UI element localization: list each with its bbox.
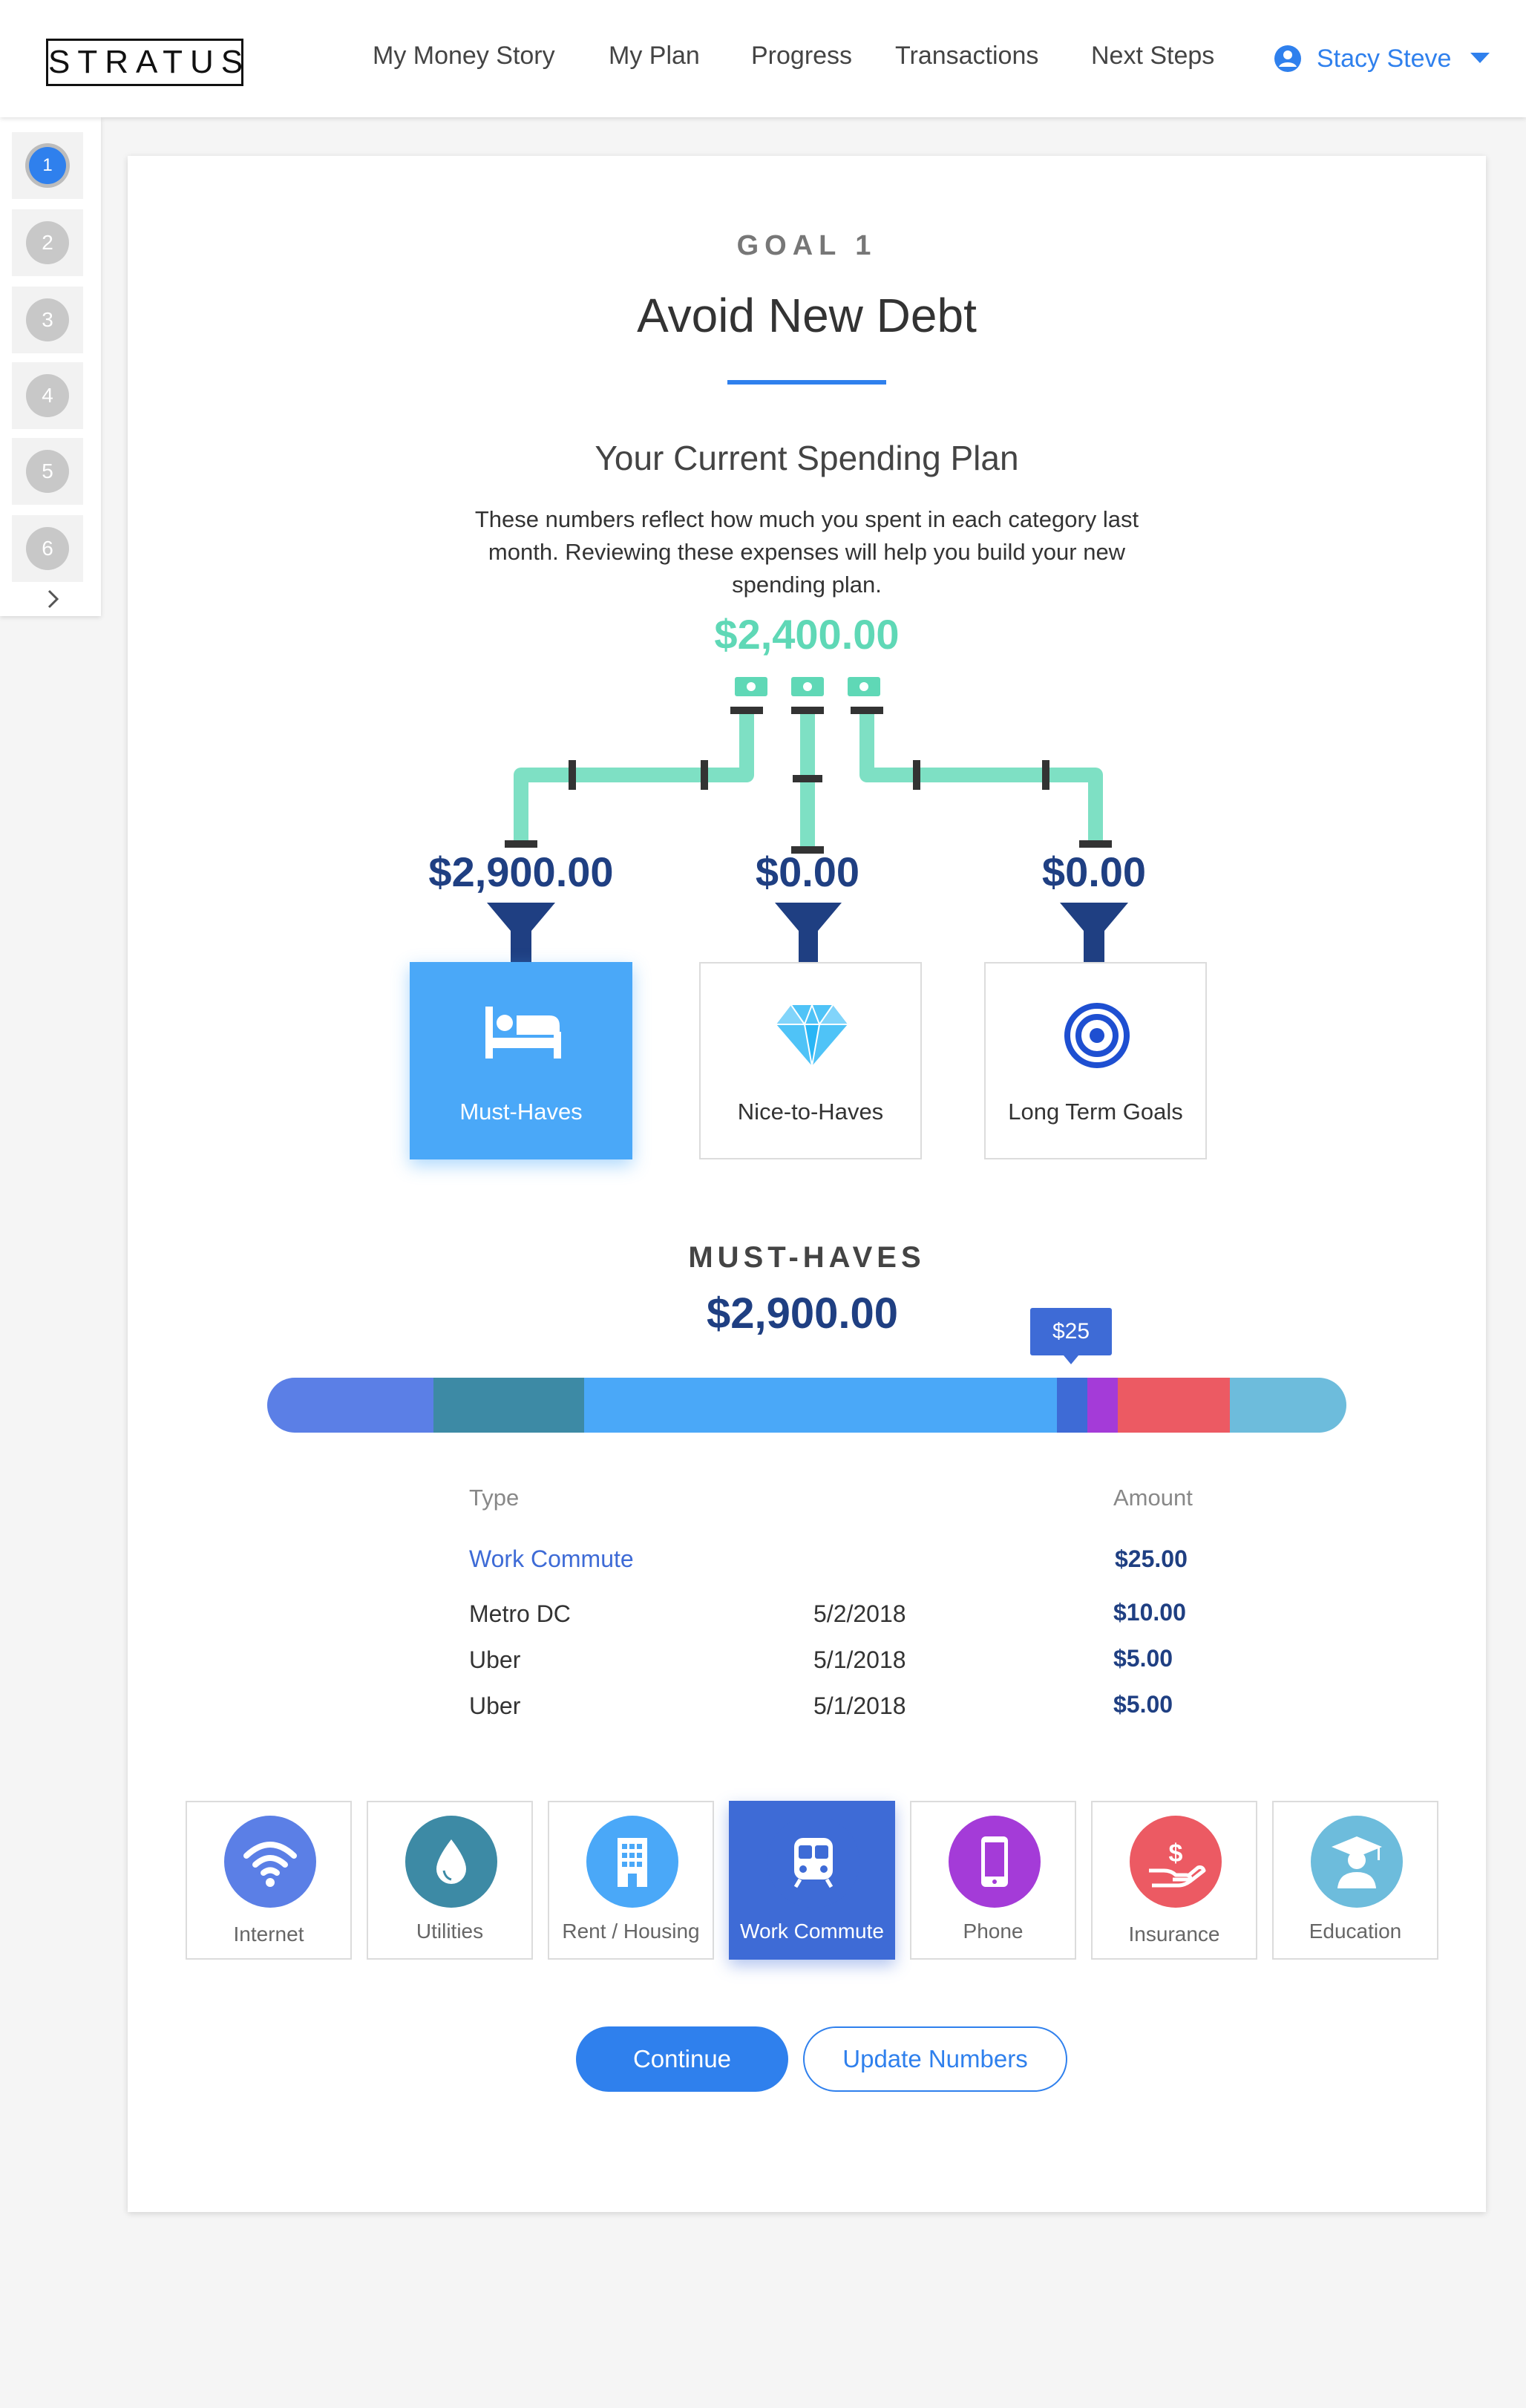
column-header-type: Type — [469, 1485, 520, 1511]
category-label: Internet — [233, 1923, 304, 1946]
step-number: 2 — [26, 221, 69, 264]
category-row-name: Work Commute — [469, 1545, 634, 1572]
breakdown-label: MUST-HAVES — [688, 1241, 926, 1274]
user-avatar-icon — [1274, 45, 1301, 72]
transaction-name: Uber — [469, 1692, 521, 1719]
step-6[interactable]: 6 — [12, 515, 83, 582]
bar-segment[interactable] — [433, 1378, 585, 1433]
category-icon-circle — [586, 1816, 678, 1908]
chevron-right-icon[interactable] — [46, 588, 61, 610]
category-label: Utilities — [416, 1920, 484, 1943]
goal-card: GOAL 1 Avoid New Debt Your Current Spend… — [128, 156, 1486, 2212]
step-number: 6 — [26, 527, 69, 570]
nav-transactions[interactable]: Transactions — [895, 42, 1038, 71]
category-icon-circle — [1311, 1816, 1403, 1908]
transaction-name: Metro DC — [469, 1600, 571, 1627]
category-internet[interactable]: Internet — [186, 1801, 352, 1960]
update-numbers-button[interactable]: Update Numbers — [803, 2026, 1067, 2092]
category-label: Rent / Housing — [562, 1920, 700, 1943]
nav-my-plan[interactable]: My Plan — [609, 42, 700, 71]
step-number: 1 — [29, 147, 66, 184]
category-label: Work Commute — [740, 1920, 884, 1943]
category-icon-circle — [949, 1816, 1041, 1908]
step-1[interactable]: 1 — [12, 132, 83, 199]
insurance-hand-icon: $ — [1149, 1839, 1206, 1888]
train-icon — [793, 1838, 834, 1888]
target-icon — [1064, 1003, 1130, 1068]
phone-icon — [981, 1836, 1008, 1887]
user-name: Stacy Steve — [1317, 44, 1452, 73]
breakdown-amount: $2,900.00 — [706, 1289, 899, 1338]
bar-segment[interactable] — [1087, 1378, 1118, 1433]
category-icon-circle — [767, 1816, 859, 1908]
bar-segment[interactable] — [1229, 1378, 1346, 1433]
category-row-amount: $25.00 — [1115, 1545, 1188, 1572]
category-label: Education — [1309, 1920, 1402, 1943]
nav-next-steps[interactable]: Next Steps — [1091, 42, 1214, 71]
step-3[interactable]: 3 — [12, 287, 83, 353]
category-utilities[interactable]: Utilities — [367, 1801, 533, 1960]
step-2[interactable]: 2 — [12, 209, 83, 276]
step-4[interactable]: 4 — [12, 362, 83, 429]
category-rent-housing[interactable]: Rent / Housing — [548, 1801, 714, 1960]
step-number: 5 — [26, 450, 69, 493]
chevron-down-icon[interactable] — [1470, 53, 1490, 65]
diamond-icon — [776, 1003, 848, 1067]
bucket-label: Must-Haves — [459, 1099, 583, 1125]
category-label: Phone — [963, 1920, 1024, 1943]
category-label: Insurance — [1128, 1923, 1220, 1946]
bucket-label: Nice-to-Haves — [737, 1099, 884, 1125]
bucket-label: Long Term Goals — [1008, 1099, 1183, 1125]
svg-text:$: $ — [1169, 1839, 1183, 1868]
category-education[interactable]: Education — [1272, 1801, 1438, 1960]
nice-to-haves-amount: $0.00 — [755, 848, 860, 895]
spending-breakdown-bar[interactable] — [267, 1378, 1346, 1433]
bed-icon — [485, 1007, 561, 1059]
transaction-amount: $10.00 — [1113, 1599, 1186, 1626]
stratus-logo[interactable]: STRATUS — [46, 39, 243, 86]
step-number: 4 — [26, 374, 69, 417]
graduate-icon — [1332, 1836, 1382, 1888]
transaction-name: Uber — [469, 1646, 521, 1673]
nav-my-money-story[interactable]: My Money Story — [373, 42, 555, 71]
bar-segment[interactable] — [1057, 1378, 1087, 1433]
category-insurance[interactable]: $ Insurance — [1091, 1801, 1257, 1960]
column-header-amount: Amount — [1113, 1485, 1193, 1511]
bar-segment[interactable] — [584, 1378, 1058, 1433]
step-5[interactable]: 5 — [12, 438, 83, 505]
transaction-date: 5/2/2018 — [813, 1600, 906, 1627]
category-icon-circle — [405, 1816, 497, 1908]
bar-segment[interactable] — [267, 1378, 433, 1433]
bucket-nice-to-haves[interactable]: Nice-to-Haves — [699, 962, 922, 1159]
category-icon-circle — [224, 1816, 316, 1908]
bar-segment[interactable] — [1117, 1378, 1230, 1433]
water-drop-icon — [436, 1839, 466, 1884]
transaction-amount: $5.00 — [1113, 1691, 1173, 1718]
category-phone[interactable]: Phone — [910, 1801, 1076, 1960]
category-icon-circle: $ — [1130, 1816, 1222, 1908]
top-nav-bar: STRATUS My Money Story My Plan Progress … — [0, 0, 1526, 117]
segment-tooltip: $25 — [1030, 1308, 1112, 1364]
step-rail: 1 2 3 4 5 6 — [0, 117, 101, 616]
building-icon — [618, 1838, 647, 1887]
wifi-icon — [243, 1842, 297, 1887]
must-haves-amount: $2,900.00 — [428, 848, 614, 895]
bucket-must-haves[interactable]: Must-Haves — [410, 962, 632, 1159]
nav-progress[interactable]: Progress — [751, 42, 852, 71]
transaction-amount: $5.00 — [1113, 1645, 1173, 1672]
money-icon — [735, 677, 880, 696]
continue-button[interactable]: Continue — [576, 2026, 788, 2092]
bucket-long-term-goals[interactable]: Long Term Goals — [984, 962, 1207, 1159]
category-work-commute[interactable]: Work Commute — [729, 1801, 895, 1960]
step-number: 3 — [26, 298, 69, 341]
long-term-goals-amount: $0.00 — [1041, 848, 1147, 895]
transaction-date: 5/1/2018 — [813, 1646, 906, 1673]
transaction-date: 5/1/2018 — [813, 1692, 906, 1719]
user-menu[interactable]: Stacy Steve — [1274, 42, 1504, 76]
